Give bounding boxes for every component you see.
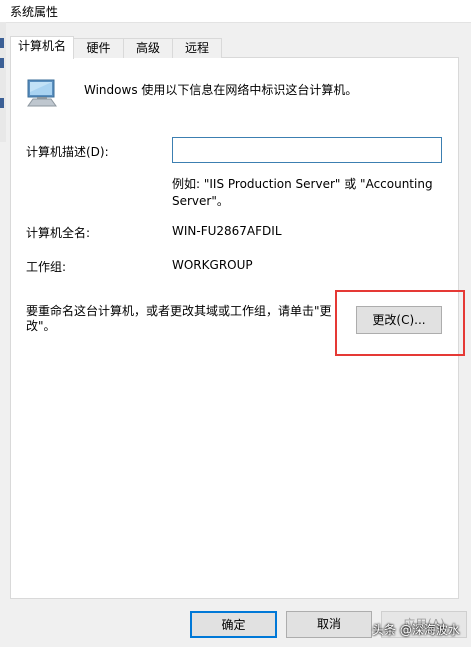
computer-description-input[interactable]: [172, 137, 442, 163]
description-example-line2: Server"。: [172, 194, 229, 208]
tab-advanced[interactable]: 高级: [123, 38, 173, 58]
rename-instructions-line2: 改"。: [26, 319, 56, 333]
edge-marker: [0, 58, 4, 68]
edge-marker: [0, 98, 4, 108]
desktop-computer-icon: [27, 79, 57, 107]
description-example-line1: 例如: "IIS Production Server" 或 "Accountin…: [172, 177, 433, 191]
tab-hardware[interactable]: 硬件: [73, 38, 124, 58]
change-button[interactable]: 更改(C)...: [356, 306, 442, 334]
rename-instructions-line1: 要重命名这台计算机，或者更改其域或工作组，请单击"更: [26, 304, 332, 318]
cancel-button[interactable]: 取消: [286, 611, 372, 638]
window-title: 系统属性: [10, 5, 59, 19]
title-bar: 系统属性: [0, 0, 471, 23]
background-window-edge: [0, 22, 6, 142]
full-computer-name-label: 计算机全名:: [26, 226, 91, 240]
description-example: 例如: "IIS Production Server" 或 "Accountin…: [172, 176, 440, 210]
full-computer-name-value: WIN-FU2867AFDIL: [172, 224, 282, 238]
ok-button[interactable]: 确定: [190, 611, 277, 638]
intro-text: Windows 使用以下信息在网络中标识这台计算机。: [84, 83, 358, 97]
tab-computer-name[interactable]: 计算机名: [10, 36, 74, 59]
edge-marker: [0, 38, 4, 48]
watermark: 头条 @深海波水: [372, 623, 460, 637]
rename-instructions: 要重命名这台计算机，或者更改其域或工作组，请单击"更 改"。: [26, 304, 334, 334]
workgroup-value: WORKGROUP: [172, 258, 253, 272]
workgroup-label: 工作组:: [26, 260, 67, 274]
tab-remote[interactable]: 远程: [172, 38, 222, 58]
computer-description-label: 计算机描述(D):: [26, 145, 109, 159]
